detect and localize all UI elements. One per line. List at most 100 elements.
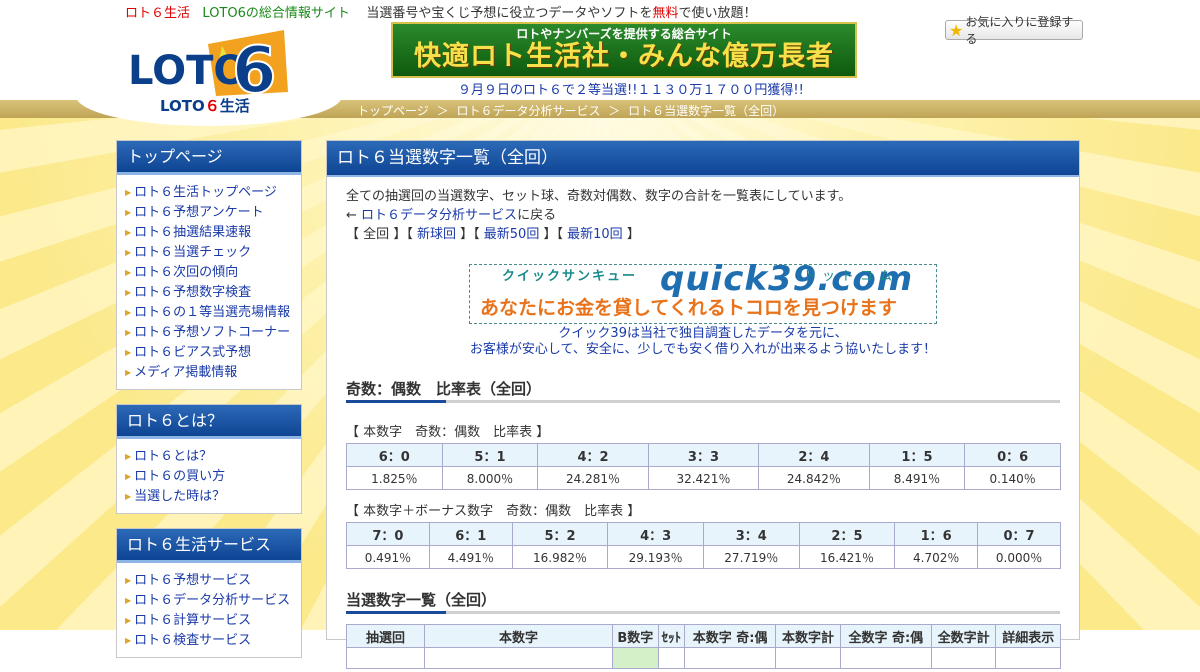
- triangle-icon: ▶: [125, 636, 132, 645]
- ratio-header: 0：6: [964, 443, 1061, 467]
- ratio-value: 0.491％: [346, 545, 430, 569]
- sidebar-item-check[interactable]: ▶ ロト６当選チェック: [125, 243, 301, 263]
- ratio-value: 32.421％: [647, 466, 760, 490]
- sidebar-item-top-page[interactable]: ▶ ロト６生活トップページ: [125, 183, 301, 203]
- sidebar-item-inspect-service[interactable]: ▶ ロト６検査サービス: [125, 631, 301, 651]
- triangle-icon: ▶: [125, 472, 132, 481]
- header-banner-ad[interactable]: ロトやナンバーズを提供する総合サイト 快適ロト生活社・みんな億万長者: [391, 22, 857, 78]
- ratio-value: 4.702％: [894, 545, 979, 569]
- intro-text: 全ての抽選回の当選数字、セット球、奇数対偶数、数字の合計を一覧表にしています。: [346, 189, 852, 204]
- ad-text-line: クイック39は当社で独自調査したデータを元に、: [558, 326, 848, 341]
- sidebar-section-top: トップページ ▶ ロト６生活トップページ ▶ ロト６予想アンケート ▶ ロト６抽選結果…: [116, 140, 302, 390]
- ratio-value: 8.000％: [441, 466, 539, 490]
- ratio-header: 4：2: [537, 443, 649, 467]
- ratio-table-bonus: 7：0 6：1 5：2 4：3 3：4 2：5 1：6 0：7 0.491％ 4…: [346, 522, 1061, 569]
- col-all-sum: 全数字計: [930, 624, 997, 648]
- add-favorite-button[interactable]: ★ お気に入りに登録する: [945, 15, 1083, 46]
- cell-bonus: [612, 647, 659, 669]
- sidebar-item-label: ロト６検査サービス: [134, 633, 252, 648]
- list-section-title: 当選数字一覧（全回）: [346, 589, 1060, 614]
- col-main-numbers: 本数字: [424, 624, 613, 648]
- sidebar-item-label: 当選した時は？: [134, 489, 226, 504]
- ratio-value: 8.491％: [868, 466, 966, 490]
- star-icon: ★: [949, 20, 964, 40]
- ratio-value: 27.719％: [702, 545, 800, 569]
- sidebar-item-prediction-service[interactable]: ▶ ロト６予想サービス: [125, 571, 301, 591]
- ratio-value: 24.281％: [537, 466, 649, 490]
- table-row: [346, 647, 1061, 669]
- ad-text-line: お客様が安心して、安全に、少しでも安く借り入れが出来るよう協いたします！: [469, 342, 937, 357]
- breadcrumb-separator: ＞: [436, 104, 449, 118]
- sidebar-item-calc-service[interactable]: ▶ ロト６計算サービス: [125, 611, 301, 631]
- sidebar-item-media[interactable]: ▶ メディア掲載情報: [125, 363, 301, 383]
- cell-main-odd-even: [684, 647, 777, 669]
- filter-latest-50-link[interactable]: 最新50回: [484, 227, 540, 242]
- ratio-value: 16.421％: [798, 545, 896, 569]
- ratio-value: 4.491％: [428, 545, 513, 569]
- filter-new-ball-link[interactable]: 新球回: [417, 227, 456, 242]
- winning-numbers-table: 抽選回 本数字 B数字 ｾｯﾄ 本数字 奇:偶 本数字計 全数字 奇:偶 全数字…: [346, 624, 1061, 669]
- logo-sub-loto: LOTO: [160, 97, 205, 115]
- sidebar-item-survey[interactable]: ▶ ロト６予想アンケート: [125, 203, 301, 223]
- ratio-header: 6：0: [346, 443, 443, 467]
- filter-latest-10-link[interactable]: 最新10回: [567, 227, 623, 242]
- sidebar-item-software[interactable]: ▶ ロト６予想ソフトコーナー: [125, 323, 301, 343]
- sidebar-item-trend[interactable]: ▶ ロト６次回の傾向: [125, 263, 301, 283]
- ratio-value: 16.982％: [511, 545, 609, 569]
- cell-detail[interactable]: [995, 647, 1061, 669]
- sidebar-item-shops[interactable]: ▶ ロト６の１等当選売場情報: [125, 303, 301, 323]
- breadcrumb-home-link[interactable]: トップページ: [357, 104, 429, 118]
- ratio-table-bonus-caption: 【 本数字＋ボーナス数字 奇数：偶数 比率表 】: [346, 504, 641, 519]
- back-to-analysis-link[interactable]: ロト６データ分析サービス: [361, 208, 517, 223]
- sidebar-item-how-to-buy[interactable]: ▶ ロト６の買い方: [125, 467, 301, 487]
- ratio-value: 24.842％: [758, 466, 870, 490]
- ratio-header: 5：2: [511, 522, 609, 546]
- banner-title: 快適ロト生活社・みんな億万長者: [414, 41, 834, 72]
- filter-all-current: 全回: [363, 227, 390, 242]
- col-all-odd-even: 全数字 奇:偶: [839, 624, 932, 648]
- triangle-icon: ▶: [125, 368, 132, 377]
- ratio-header: 7：0: [346, 522, 430, 546]
- back-arrow-icon: ←: [346, 208, 357, 223]
- sidebar-item-label: ロト６抽選結果速報: [134, 225, 252, 240]
- page-title: ロト６当選数字一覧（全回）: [327, 141, 1079, 177]
- sidebar-item-when-won[interactable]: ▶ 当選した時は？: [125, 487, 301, 507]
- sidebar-item-bias[interactable]: ▶ ロト６ビアス式予想: [125, 343, 301, 363]
- tagline-description: 当選番号や宝くじ予想に役立つデータやソフトを: [366, 6, 653, 21]
- ratio-header: 5：1: [441, 443, 539, 467]
- tagline-free: 無料: [652, 6, 679, 21]
- ratio-header: 3：3: [647, 443, 760, 467]
- col-draw: 抽選回: [346, 624, 425, 648]
- add-favorite-label: お気に入りに登録する: [965, 15, 1074, 46]
- sidebar-item-analysis-service[interactable]: ▶ ロト６データ分析サービス: [125, 591, 301, 611]
- filter-bracket: 】: [626, 227, 640, 242]
- filter-bracket: 】【: [393, 227, 413, 242]
- sidebar-section-title: ロト６とは？: [117, 405, 301, 439]
- sidebar-item-results[interactable]: ▶ ロト６抽選結果速報: [125, 223, 301, 243]
- triangle-icon: ▶: [125, 188, 132, 197]
- cell-all-odd-even: [839, 647, 932, 669]
- sidebar-item-number-check[interactable]: ▶ ロト６予想数字検査: [125, 283, 301, 303]
- ratio-header: 4：3: [607, 522, 704, 546]
- sidebar-section-about: ロト６とは？ ▶ ロト６とは？ ▶ ロト６の買い方 ▶ 当選した時は？: [116, 404, 302, 514]
- sidebar-item-what-is[interactable]: ▶ ロト６とは？: [125, 447, 301, 467]
- triangle-icon: ▶: [125, 596, 132, 605]
- cell-main-numbers: [424, 647, 613, 669]
- triangle-icon: ▶: [125, 492, 132, 501]
- col-main-odd-even: 本数字 奇:偶: [684, 624, 777, 648]
- logo-number: 6: [232, 34, 277, 98]
- main-panel: ロト６当選数字一覧（全回） 全ての抽選回の当選数字、セット球、奇数対偶数、数字の…: [326, 140, 1080, 669]
- ad-headline: あなたにお金を貸してくれるトコロを見つけます: [480, 297, 897, 319]
- ratio-value: 0.140％: [964, 466, 1061, 490]
- sidebar-item-label: ロト６当選チェック: [134, 245, 252, 260]
- ad-description[interactable]: クイック39は当社で独自調査したデータを元に、 お客様が安心して、安全に、少しで…: [346, 326, 1060, 358]
- range-filter: 【 全回 】【 新球回 】【 最新50回 】【 最新10回 】: [346, 225, 1060, 244]
- breadcrumb-analysis-link[interactable]: ロト６データ分析サービス: [456, 104, 600, 118]
- cell-main-sum: [775, 647, 841, 669]
- loan-ad-banner[interactable]: クイックサンキュー quick39.com ドットコム あなたにお金を貸してくれ…: [469, 259, 937, 324]
- winning-news[interactable]: ９月９日のロト６で２等当選!!１１３０万１７００円獲得!!: [458, 79, 804, 98]
- sidebar-item-label: ロト６予想サービス: [134, 573, 252, 588]
- triangle-icon: ▶: [125, 248, 132, 257]
- sidebar: トップページ ▶ ロト６生活トップページ ▶ ロト６予想アンケート ▶ ロト６抽選結果…: [116, 140, 302, 672]
- ratio-table-main-caption: 【 本数字 奇数：偶数 比率表 】: [346, 425, 550, 440]
